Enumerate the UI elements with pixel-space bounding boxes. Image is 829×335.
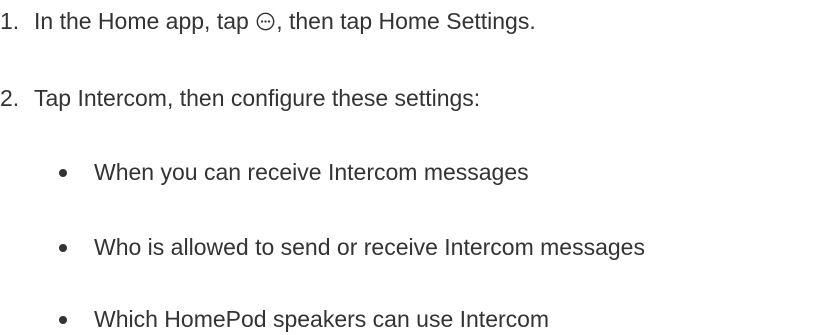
step-1: 1. In the Home app, tap , then tap Home S… xyxy=(0,7,536,35)
step-number: 1. xyxy=(0,8,20,34)
step-number: 2. xyxy=(0,85,20,111)
more-ellipsis-circle-icon xyxy=(256,12,275,31)
setting-bullet-text: When you can receive Intercom messages xyxy=(94,159,529,185)
bullet-dot xyxy=(59,169,67,177)
step-text-part: , then tap Home Settings. xyxy=(276,8,536,34)
step-text-part: In the Home app, tap xyxy=(34,8,256,34)
bullet-dot xyxy=(59,244,67,252)
step-2: 2. Tap Intercom, then configure these set… xyxy=(0,84,480,112)
setting-bullet-text: Which HomePod speakers can use Intercom xyxy=(94,306,550,332)
bullet-dot xyxy=(59,316,67,324)
instructions-page: 1. In the Home app, tap , then tap Home S… xyxy=(0,0,829,335)
setting-bullet-text: Who is allowed to send or receive Interc… xyxy=(94,234,645,260)
step-text: Tap Intercom, then configure these setti… xyxy=(34,85,481,111)
